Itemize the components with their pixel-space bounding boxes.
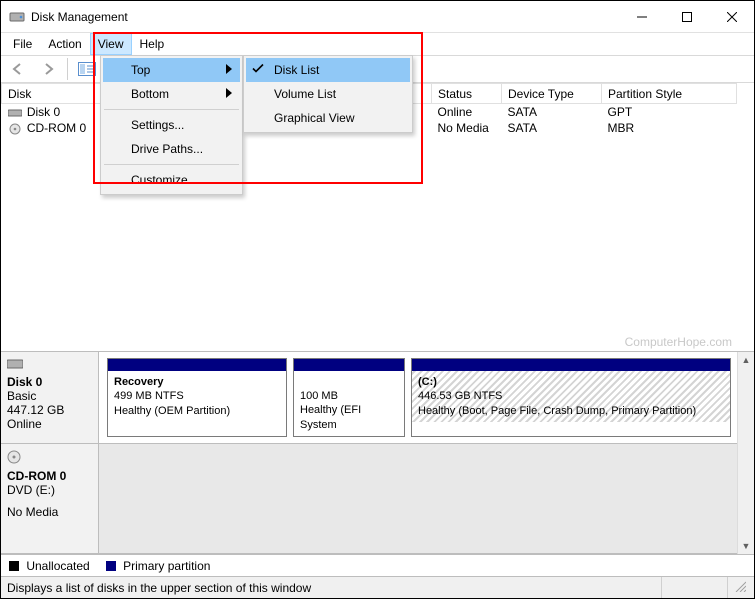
resize-grip[interactable] xyxy=(734,580,748,595)
col-device-type[interactable]: Device Type xyxy=(502,84,602,104)
titlebar: Disk Management xyxy=(1,1,754,33)
graphical-row-disk0: Disk 0 Basic 447.12 GB Online Recovery 4… xyxy=(1,352,737,444)
window-title: Disk Management xyxy=(31,10,128,24)
part-line1: 100 MB xyxy=(300,389,398,403)
menu-item-label: Volume List xyxy=(274,87,336,101)
maximize-button[interactable] xyxy=(664,2,709,32)
menu-item-label: Bottom xyxy=(131,87,169,101)
menu-item-label: Graphical View xyxy=(274,111,354,125)
chevron-right-icon xyxy=(226,87,232,101)
menu-help[interactable]: Help xyxy=(132,33,173,55)
scroll-down-icon: ▼ xyxy=(742,538,751,554)
part-title: Recovery xyxy=(114,375,280,389)
cell-name: Disk 0 xyxy=(27,105,60,119)
graphical-pane: Disk 0 Basic 447.12 GB Online Recovery 4… xyxy=(1,351,754,554)
menu-item-label: Drive Paths... xyxy=(131,142,203,156)
part-line2: Healthy (EFI System xyxy=(300,403,398,432)
chevron-right-icon xyxy=(226,63,232,77)
menubar: File Action View Help xyxy=(1,33,754,55)
col-partition-style[interactable]: Partition Style xyxy=(602,84,737,104)
part-line2: Healthy (Boot, Page File, Crash Dump, Pr… xyxy=(418,404,724,418)
cell-status: No Media xyxy=(432,120,502,136)
disk0-info[interactable]: Disk 0 Basic 447.12 GB Online xyxy=(1,352,99,443)
legend-primary-label: Primary partition xyxy=(123,559,210,573)
top-submenu-popup: Disk List Volume List Graphical View xyxy=(243,55,413,133)
part-line1: 446.53 GB NTFS xyxy=(418,389,724,403)
partition-header-bar xyxy=(412,359,730,371)
cell-status: Online xyxy=(432,104,502,121)
part-line1: 499 MB NTFS xyxy=(114,389,280,403)
check-icon xyxy=(252,63,264,78)
col-status[interactable]: Status xyxy=(432,84,502,104)
cell-device-type: SATA xyxy=(502,104,602,121)
part-line2: Healthy (OEM Partition) xyxy=(114,404,280,418)
cell-partition-style: GPT xyxy=(602,104,737,121)
menu-item-label: Top xyxy=(131,63,150,77)
menu-file[interactable]: File xyxy=(5,33,40,55)
submenu-item-volume-list[interactable]: Volume List xyxy=(246,82,410,106)
app-icon xyxy=(9,9,25,25)
menu-item-settings[interactable]: Settings... xyxy=(103,113,240,137)
forward-button[interactable] xyxy=(37,58,59,80)
legend: Unallocated Primary partition xyxy=(1,554,754,576)
menu-separator xyxy=(104,109,239,110)
swatch-black xyxy=(9,561,19,571)
disk0-title: Disk 0 xyxy=(7,375,92,389)
cdrom-status: No Media xyxy=(7,505,92,519)
menu-separator xyxy=(104,164,239,165)
legend-unallocated-label: Unallocated xyxy=(26,559,89,573)
disk0-status: Online xyxy=(7,417,92,431)
swatch-navy xyxy=(106,561,116,571)
menu-item-drive-paths[interactable]: Drive Paths... xyxy=(103,137,240,161)
legend-primary: Primary partition xyxy=(106,559,211,573)
watermark: ComputerHope.com xyxy=(625,335,732,349)
view-menu-popup: Top Bottom Settings... Drive Paths... Cu… xyxy=(100,55,243,195)
menu-action[interactable]: Action xyxy=(40,33,89,55)
cdrom-icon xyxy=(7,450,92,467)
disk-icon xyxy=(7,358,92,373)
cell-partition-style: MBR xyxy=(602,120,737,136)
graphical-row-cdrom: CD-ROM 0 DVD (E:) No Media xyxy=(1,444,737,554)
menu-item-label: Settings... xyxy=(131,118,184,132)
partition-efi[interactable]: 100 MB Healthy (EFI System xyxy=(293,358,405,437)
cell-device-type: SATA xyxy=(502,120,602,136)
partition-c[interactable]: (C:) 446.53 GB NTFS Healthy (Boot, Page … xyxy=(411,358,731,437)
menu-item-label: Disk List xyxy=(274,63,319,77)
partition-header-bar xyxy=(294,359,404,371)
menu-item-customize[interactable]: Customize... xyxy=(103,168,240,192)
cdrom-title: CD-ROM 0 xyxy=(7,469,92,483)
cell-name: CD-ROM 0 xyxy=(27,121,86,135)
partition-header-bar xyxy=(108,359,286,371)
menu-item-bottom[interactable]: Bottom xyxy=(103,82,240,106)
show-hide-console-tree-button[interactable] xyxy=(76,58,98,80)
submenu-item-graphical-view[interactable]: Graphical View xyxy=(246,106,410,130)
back-button[interactable] xyxy=(7,58,29,80)
scroll-up-icon: ▲ xyxy=(742,352,751,368)
cdrom-type: DVD (E:) xyxy=(7,483,92,497)
menu-item-top[interactable]: Top xyxy=(103,58,240,82)
menu-item-label: Customize... xyxy=(131,173,198,187)
statusbar: Displays a list of disks in the upper se… xyxy=(1,576,754,598)
submenu-item-disk-list[interactable]: Disk List xyxy=(246,58,410,82)
menu-view[interactable]: View xyxy=(90,33,132,55)
status-cell-2 xyxy=(668,577,728,598)
disk0-size: 447.12 GB xyxy=(7,403,92,417)
vertical-scrollbar[interactable]: ▲ ▼ xyxy=(737,352,754,554)
disk0-type: Basic xyxy=(7,389,92,403)
cdrom-icon xyxy=(8,123,22,135)
part-title: (C:) xyxy=(418,375,724,389)
legend-unallocated: Unallocated xyxy=(9,559,90,573)
disk-icon xyxy=(8,107,22,119)
close-button[interactable] xyxy=(709,2,754,32)
minimize-button[interactable] xyxy=(619,2,664,32)
window: Disk Management File Action View Help xyxy=(0,0,755,599)
status-text: Displays a list of disks in the upper se… xyxy=(7,577,662,598)
partition-recovery[interactable]: Recovery 499 MB NTFS Healthy (OEM Partit… xyxy=(107,358,287,437)
toolbar-divider xyxy=(67,58,68,80)
cdrom-info[interactable]: CD-ROM 0 DVD (E:) No Media xyxy=(1,444,99,553)
